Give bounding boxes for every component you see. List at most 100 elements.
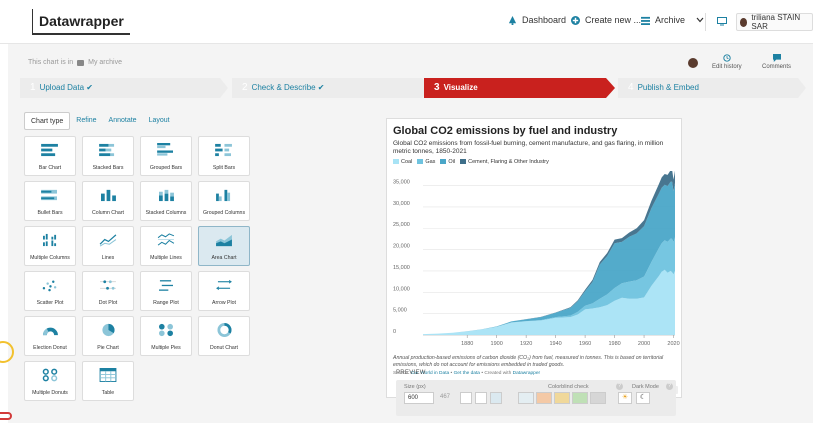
chart-type-multiple-pies[interactable]: Multiple Pies <box>140 316 192 356</box>
nav-dashboard[interactable]: Dashboard <box>508 15 566 25</box>
colorblind-protanopia-icon[interactable] <box>536 392 552 404</box>
chart-type-label: Grouped Bars <box>149 165 183 171</box>
scatter-plot-icon <box>42 280 57 292</box>
legend-item: Coal <box>393 159 412 165</box>
y-tick-label: 15,000 <box>393 265 410 271</box>
dot-plot-icon <box>100 280 116 290</box>
folder-icon <box>77 59 85 66</box>
tab-layout[interactable]: Layout <box>143 112 176 130</box>
chart-type-label: Donut Chart <box>210 345 238 351</box>
x-tick-label: 1980 <box>608 341 620 347</box>
tablet-view-icon[interactable] <box>475 392 487 404</box>
step-arrow <box>606 78 615 98</box>
chart-type-arrow-plot[interactable]: Arrow Plot <box>198 271 250 311</box>
chart-type-label: Column Chart <box>91 210 124 216</box>
chart-type-pie-chart[interactable]: Pie Chart <box>82 316 134 356</box>
chart-type-stacked-columns[interactable]: Stacked Columns <box>140 181 192 221</box>
chart-type-multiple-columns[interactable]: Multiple Columns <box>24 226 76 266</box>
chart-preview-card: Global CO2 emissions by fuel and industr… <box>386 118 682 398</box>
workspace: This chart is in My archive Edit history… <box>8 44 813 423</box>
colorblind-deuteranopia-icon[interactable] <box>554 392 570 404</box>
preview-box: Size (px) 600 467 Colorblind check ? Dar… <box>396 380 676 416</box>
edit-history-button[interactable]: Edit history <box>712 54 742 70</box>
step-upload-data[interactable]: 1 Upload Data ✔ <box>20 78 220 98</box>
step-number: 2 <box>242 82 248 93</box>
tab-chart-type[interactable]: Chart type <box>24 112 71 130</box>
chart-type-table[interactable]: Table <box>82 361 134 401</box>
colorblind-achromatopsia-icon[interactable] <box>590 392 606 404</box>
light-mode-icon[interactable]: ☀ <box>618 392 632 404</box>
chart-type-label: Pie Chart <box>97 345 119 351</box>
election-donut-icon <box>42 327 58 336</box>
colorblind-normal-icon[interactable] <box>518 392 534 404</box>
legend-item: Cement, Flaring & Other Industry <box>460 159 549 165</box>
chart-type-label: Election Donut <box>33 345 67 351</box>
multiple-pies-icon <box>159 323 173 337</box>
user-menu[interactable]: triliana STAIN SAR <box>736 13 813 31</box>
legend-swatch <box>393 159 399 165</box>
chart-type-area-chart[interactable]: Area Chart <box>198 226 250 266</box>
nav-divider <box>705 13 706 31</box>
colorblind-label: Colorblind check <box>548 384 589 390</box>
y-tick-label: 30,000 <box>393 201 410 207</box>
chart-type-label: Bar Chart <box>38 165 62 171</box>
monitor-icon[interactable] <box>717 17 727 26</box>
width-input[interactable]: 600 <box>404 392 434 404</box>
datawrapper-logo[interactable]: Datawrapper <box>32 9 130 35</box>
mobile-view-icon[interactable] <box>460 392 472 404</box>
x-tick-label: 2000 <box>638 341 650 347</box>
chart-type-multiple-donuts[interactable]: Multiple Donuts <box>24 361 76 401</box>
area-chart-icon <box>216 234 232 247</box>
breadcrumb-folder[interactable]: My archive <box>88 59 122 66</box>
chart-type-lines[interactable]: Lines <box>82 226 134 266</box>
bullet-bars-icon <box>41 189 57 201</box>
multiple-columns-icon <box>43 233 57 247</box>
chart-type-grouped-columns[interactable]: Grouped Columns <box>198 181 250 221</box>
chart-type-multiple-lines[interactable]: Multiple Lines <box>140 226 192 266</box>
multiple-lines-icon <box>157 233 175 246</box>
nav-archive[interactable]: Archive <box>641 15 704 25</box>
colorblind-tritanopia-icon[interactable] <box>572 392 588 404</box>
tab-annotate[interactable]: Annotate <box>103 112 143 130</box>
dark-mode-icon[interactable]: ☾ <box>636 392 650 404</box>
top-bar: Datawrapper Dashboard Create new ... Arc… <box>0 0 813 44</box>
chart-type-label: Multiple Pies <box>151 345 181 351</box>
x-tick-label: 1940 <box>550 341 562 347</box>
nav-archive-label: Archive <box>655 15 686 25</box>
step-check-describe[interactable]: 2 Check & Describe ✔ <box>232 78 422 98</box>
legend-label: Gas <box>425 159 436 165</box>
step-visualize[interactable]: 3 Visualize <box>424 78 606 98</box>
y-tick-label: 20,000 <box>393 244 410 250</box>
lines-icon <box>99 234 117 247</box>
chart-type-donut-chart[interactable]: Donut Chart <box>198 316 250 356</box>
stacked-columns-icon <box>159 189 174 202</box>
nav-dashboard-label: Dashboard <box>522 15 567 25</box>
chart-type-label: Scatter Plot <box>36 300 64 306</box>
x-tick-label: 1900 <box>491 341 503 347</box>
chart-type-dot-plot[interactable]: Dot Plot <box>82 271 134 311</box>
chart-type-column-chart[interactable]: Column Chart <box>82 181 134 221</box>
legend-item: Oil <box>440 159 455 165</box>
chart-type-panel: Chart type Refine Annotate Layout Bar Ch… <box>24 112 256 422</box>
chart-type-election-donut[interactable]: Election Donut <box>24 316 76 356</box>
desktop-view-icon[interactable] <box>490 392 502 404</box>
chart-type-bullet-bars[interactable]: Bullet Bars <box>24 181 76 221</box>
chart-type-bar-chart[interactable]: Bar Chart <box>24 136 76 176</box>
step-publish-embed[interactable]: 4 Publish & Embed <box>618 78 798 98</box>
chart-type-split-bars[interactable]: Split Bars <box>198 136 250 176</box>
darkmode-help-icon[interactable]: ? <box>666 383 673 390</box>
chart-type-grouped-bars[interactable]: Grouped Bars <box>140 136 192 176</box>
chart-type-stacked-bars[interactable]: Stacked Bars <box>82 136 134 176</box>
legend-item: Gas <box>417 159 435 165</box>
chart-type-scatter-plot[interactable]: Scatter Plot <box>24 271 76 311</box>
chart-type-label: Multiple Lines <box>150 255 182 261</box>
comment-icon <box>772 54 781 62</box>
step-label: Visualize <box>443 83 478 92</box>
nav-create-new[interactable]: Create new ... <box>571 15 641 25</box>
tab-refine[interactable]: Refine <box>70 112 102 130</box>
chart-type-range-plot[interactable]: Range Plot <box>140 271 192 311</box>
x-tick-label: 2020 <box>667 341 679 347</box>
comments-button[interactable]: Comments <box>762 54 791 70</box>
y-tick-label: 25,000 <box>393 222 410 228</box>
colorblind-help-icon[interactable]: ? <box>616 383 623 390</box>
